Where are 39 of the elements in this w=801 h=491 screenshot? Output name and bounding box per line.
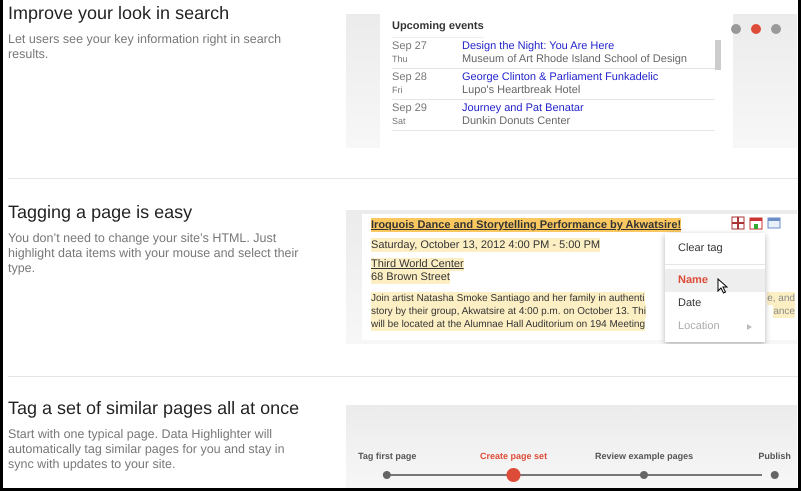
scrollbar[interactable] <box>715 40 721 70</box>
event-date: Sep 29 <box>392 102 428 114</box>
step-label[interactable]: Publish <box>758 450 791 462</box>
event-date: Sep 27 <box>392 40 428 52</box>
menu-item[interactable]: Clear tag <box>665 237 765 260</box>
event-link[interactable]: Design the Night: You Are Here <box>462 40 688 52</box>
section-description: Let users see your key information right in search results. <box>8 32 282 62</box>
step-label[interactable]: Review example pages <box>595 450 694 462</box>
menu-item[interactable]: Date <box>665 292 765 315</box>
step-marker[interactable] <box>770 471 779 479</box>
window-icon[interactable] <box>767 216 781 230</box>
step-marker[interactable] <box>383 471 392 479</box>
event-link[interactable]: George Clinton & Parliament Funkadelic <box>462 70 658 84</box>
section-description: Start with one typical page. Data Highlighter will automatically tag similar pages for you and stay in sync with updates to your site. <box>8 427 286 472</box>
event-link[interactable]: Journey and Pat Benatar <box>462 102 584 114</box>
grid-icon[interactable] <box>731 216 745 230</box>
section-description: You don’t need to change your site’s HTML. Just highlight data items with your mouse and select their type. <box>8 231 300 276</box>
event-venue: Dunkin Donuts Center <box>462 114 572 128</box>
step-label[interactable]: Tag first page <box>358 450 416 462</box>
calendar-icon[interactable] <box>749 216 763 230</box>
event-venue: Museum of Art Rhode Island School of Design <box>462 52 688 66</box>
events-heading: Upcoming events <box>392 18 484 38</box>
menu-item[interactable]: Name <box>665 269 765 292</box>
venue-address: 68 Brown Street <box>371 271 450 284</box>
event-day: Thu <box>392 52 462 64</box>
mouse-pointer-icon <box>717 278 728 294</box>
section-title: Tag a set of similar pages all at once <box>8 397 300 420</box>
step-marker[interactable] <box>506 468 521 482</box>
section-title: Tagging a page is easy <box>8 201 194 224</box>
event-date: Sep 28 <box>392 70 428 84</box>
submenu-arrow-icon <box>747 324 752 330</box>
event-title: Iroquois Dance and Storytelling Performance by Akwatsire! <box>371 218 682 232</box>
event-day: Fri <box>392 84 462 96</box>
section-title: Improve your look in search <box>8 2 230 25</box>
event-venue: Lupo's Heartbreak Hotel <box>462 84 582 96</box>
step-label[interactable]: Create page set <box>480 450 548 462</box>
event-day: Sat <box>392 114 462 126</box>
event-date: Saturday, October 13, 2012 4:00 PM - 5:00 PM <box>371 238 600 252</box>
step-marker[interactable] <box>640 471 648 479</box>
